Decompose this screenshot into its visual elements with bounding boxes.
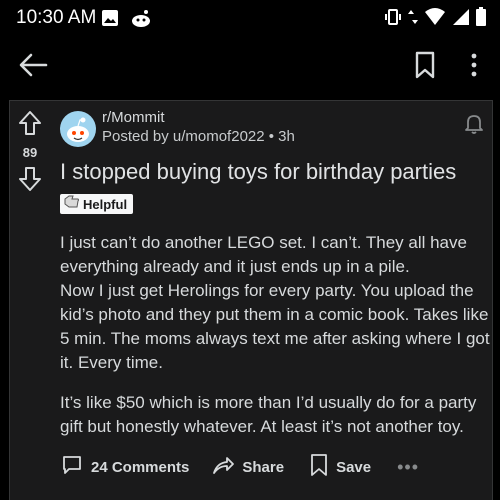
vibrate-icon xyxy=(384,7,402,32)
award-label: Helpful xyxy=(83,196,128,212)
share-button[interactable]: Share xyxy=(211,453,284,481)
reddit-notification-icon xyxy=(130,8,152,33)
save-button[interactable]: Save xyxy=(309,453,371,481)
comments-label: 24 Comments xyxy=(91,458,190,476)
comment-icon xyxy=(60,453,84,481)
save-label: Save xyxy=(336,458,372,476)
wifi-icon xyxy=(424,7,446,32)
post-card: 89 r/Mommit Posted by u/momof2022 • 3h I… xyxy=(9,100,493,500)
image-icon xyxy=(100,8,120,33)
subreddit-name[interactable]: r/Mommit xyxy=(102,109,165,126)
helpful-award-icon xyxy=(64,195,80,214)
post-byline[interactable]: Posted by u/momof2022 • 3h xyxy=(102,128,295,145)
vote-column: 89 xyxy=(10,107,50,191)
more-horizontal-icon[interactable]: ••• xyxy=(397,457,419,478)
back-arrow-icon[interactable] xyxy=(16,48,50,82)
post-body-paragraph: I just can’t do another LEGO set. I can’… xyxy=(60,233,490,372)
bookmark-icon[interactable] xyxy=(412,48,438,82)
share-icon xyxy=(211,453,235,481)
subreddit-avatar[interactable] xyxy=(60,111,96,147)
status-time: 10:30 AM xyxy=(16,7,97,28)
cell-signal-icon xyxy=(452,7,470,32)
battery-icon xyxy=(476,7,486,32)
post-body: I just can’t do another LEGO set. I can’… xyxy=(60,231,492,439)
status-bar: 10:30 AM xyxy=(0,0,500,36)
share-label: Share xyxy=(242,458,285,476)
snoo-icon xyxy=(67,117,89,142)
bell-icon[interactable] xyxy=(462,111,486,135)
post-title[interactable]: I stopped buying toys for birthday parti… xyxy=(60,159,456,185)
upvote-icon[interactable] xyxy=(18,109,42,142)
app-bar xyxy=(0,36,500,94)
downvote-icon[interactable] xyxy=(18,165,42,198)
award-badge[interactable]: Helpful xyxy=(60,194,134,214)
vote-count: 89 xyxy=(22,145,38,160)
data-arrows-icon xyxy=(408,7,418,32)
more-vertical-icon[interactable] xyxy=(462,48,486,82)
bookmark-icon xyxy=(309,453,329,481)
action-bar: 24 Comments Share Save ••• xyxy=(60,453,419,481)
post-body-paragraph: It’s like $50 which is more than I’d usu… xyxy=(60,393,477,436)
comments-button[interactable]: 24 Comments xyxy=(60,453,189,481)
